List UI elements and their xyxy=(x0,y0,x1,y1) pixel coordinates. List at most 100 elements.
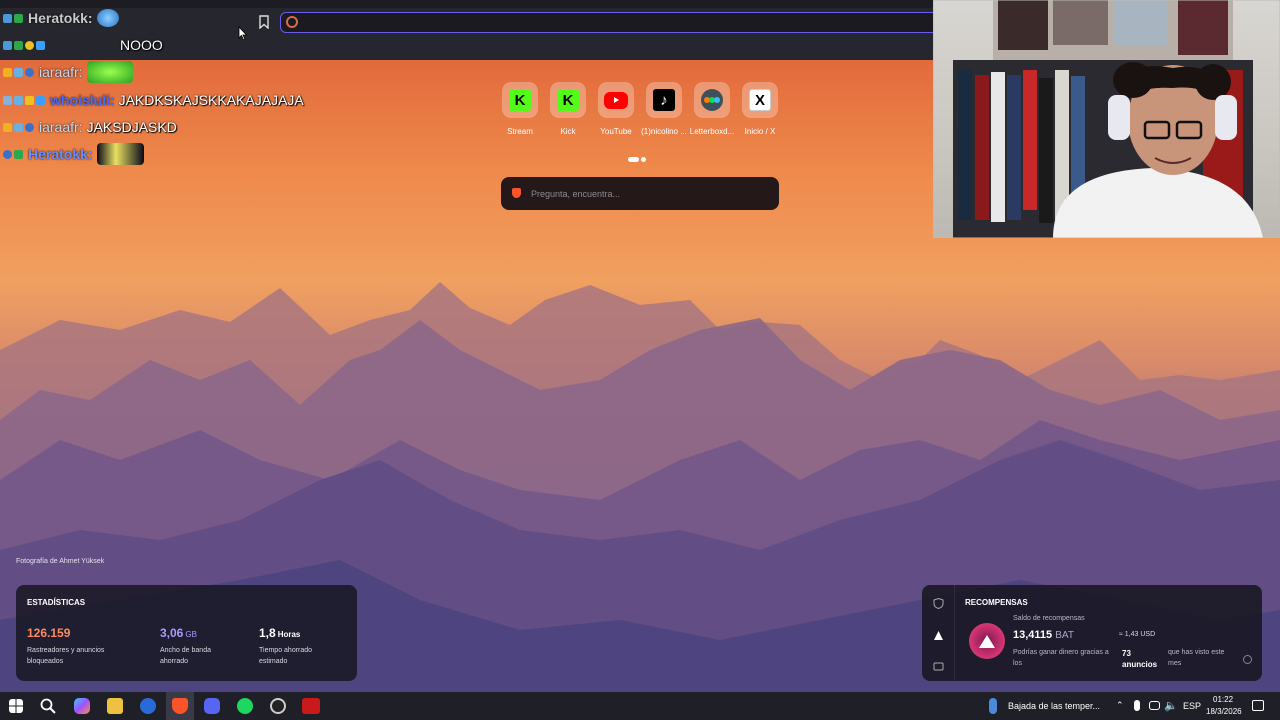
badge-icon xyxy=(14,95,23,105)
notifications-icon[interactable] xyxy=(1252,700,1264,711)
top-site-label: Stream xyxy=(507,127,533,136)
bandwidth-desc: Ancho de banda xyxy=(160,647,211,654)
ads-seen-text: que has visto este mes xyxy=(1168,649,1225,667)
top-site-kick[interactable]: K Kick xyxy=(542,82,594,136)
language-indicator[interactable]: ESP xyxy=(1183,701,1201,711)
stats-card: ESTADÍSTICAS 126.159 Rastreadores y anun… xyxy=(16,585,357,681)
badge-icon xyxy=(3,95,12,105)
badge-icon xyxy=(25,40,34,50)
thermometer-icon[interactable] xyxy=(989,698,997,714)
badge-icon xyxy=(25,67,34,77)
webcam-image xyxy=(933,0,1280,238)
bandwidth-value: 3,06 xyxy=(160,626,184,640)
obs-icon[interactable] xyxy=(270,698,286,714)
search-box[interactable] xyxy=(501,177,779,210)
search-input[interactable] xyxy=(531,185,771,202)
clock-date[interactable]: 18/3/2026 xyxy=(1206,707,1242,716)
trackers-value: 126.159 xyxy=(27,626,71,640)
network-icon[interactable] xyxy=(1149,701,1160,710)
cards-icon[interactable] xyxy=(933,659,944,671)
badge-icon xyxy=(36,95,45,105)
discord-icon[interactable] xyxy=(204,698,220,714)
top-site-label: Inicio / X xyxy=(744,127,776,136)
weather-text[interactable]: Bajada de las temper... xyxy=(1008,701,1100,711)
rewards-title: RECOMPENSAS xyxy=(965,598,1028,607)
top-site-label: YouTube xyxy=(600,127,632,136)
stats-title: ESTADÍSTICAS xyxy=(27,598,86,607)
top-site-stream[interactable]: K Stream xyxy=(494,82,546,136)
earn-text: Podrías ganar dinero gracias a los xyxy=(1013,649,1109,667)
kick-icon: K xyxy=(509,89,531,111)
badge-icon xyxy=(25,122,34,132)
bat-currency: BAT xyxy=(1055,630,1074,641)
top-site-label: Kick xyxy=(560,127,576,136)
rewards-triangle-icon[interactable] xyxy=(933,628,944,640)
bandwidth-unit: GB xyxy=(185,630,197,639)
emote-icon xyxy=(86,61,133,83)
badge-icon xyxy=(36,40,45,50)
webcam-overlay xyxy=(933,0,1280,238)
top-site-letterboxd[interactable]: Letterboxd... xyxy=(686,82,738,136)
chrome-icon[interactable] xyxy=(140,698,156,714)
chat-message: iaraafr: xyxy=(3,61,133,83)
address-input[interactable] xyxy=(303,15,903,29)
badge-icon xyxy=(25,95,34,105)
info-icon[interactable] xyxy=(1243,655,1252,664)
tiktok-icon: ♪ xyxy=(653,89,675,111)
copilot-icon[interactable] xyxy=(74,698,90,714)
letterboxd-icon xyxy=(701,89,723,111)
badge-icon xyxy=(14,40,23,50)
ads-count: 73 anuncios xyxy=(1122,648,1158,670)
youtube-icon xyxy=(604,91,628,109)
chat-username: whoisluli: xyxy=(50,92,115,108)
chat-text: JAKSDJASKD xyxy=(86,119,177,135)
top-site-youtube[interactable]: YouTube xyxy=(590,82,642,136)
brave-icon[interactable] xyxy=(172,698,188,714)
ads-count-label: anuncios xyxy=(1122,660,1158,670)
search-icon[interactable] xyxy=(40,698,56,714)
windows-start-icon[interactable] xyxy=(9,699,23,713)
photo-credit[interactable]: Fotografía de Ahmet Yüksek xyxy=(16,558,104,565)
trackers-desc: Rastreadores y anuncios xyxy=(27,647,105,654)
volume-icon[interactable]: 🔈 xyxy=(1164,699,1178,712)
chat-username: Heratokk: xyxy=(28,146,93,162)
chat-text: JAKDKSKAJSKKAKAJAJAJA xyxy=(118,92,304,108)
clock-time[interactable]: 01:22 xyxy=(1213,695,1233,704)
microphone-icon[interactable] xyxy=(1134,700,1140,711)
emote-icon xyxy=(96,143,144,165)
stream-chat-overlay: Heratokk: NOOO iaraafr: whoisluli: JAKDK… xyxy=(0,0,360,170)
top-sites-pager[interactable] xyxy=(628,149,648,167)
emote-icon xyxy=(96,9,119,27)
trackers-blocked-stat: 126.159 Rastreadores y anuncios bloqueado… xyxy=(27,624,104,667)
badge-icon xyxy=(14,122,23,132)
time-value: 1,8 xyxy=(259,626,276,640)
vpn-shield-icon[interactable] xyxy=(933,596,944,610)
chat-message: whoisluli: JAKDKSKAJSKKAKAJAJAJA xyxy=(3,90,304,110)
video-app-icon[interactable] xyxy=(302,698,320,714)
chat-username: iaraafr: xyxy=(39,119,83,135)
address-bar[interactable] xyxy=(280,12,940,33)
top-site-tiktok[interactable]: ♪ (1)nicolino ... xyxy=(638,82,690,136)
pager-dot[interactable] xyxy=(641,157,646,162)
top-site-label: Letterboxd... xyxy=(689,127,735,136)
time-desc: Tiempo ahorrado xyxy=(259,647,313,654)
chat-message: Heratokk: xyxy=(3,143,144,165)
badge-icon xyxy=(14,67,23,77)
time-desc2: estimado xyxy=(259,657,288,665)
badge-icon xyxy=(3,149,12,159)
brave-logo-icon xyxy=(512,188,521,198)
rewards-card: RECOMPENSAS Saldo de recompensas 13,4115… xyxy=(922,585,1262,681)
crown-badge-icon xyxy=(3,122,12,132)
file-explorer-icon[interactable] xyxy=(107,698,123,714)
time-saved-stat: 1,8 Horas Tiempo ahorrado estimado xyxy=(259,624,312,667)
chevron-up-icon[interactable]: ⌃ xyxy=(1116,700,1124,711)
top-site-x[interactable]: X Inicio / X xyxy=(734,82,786,136)
spotify-icon[interactable] xyxy=(237,698,253,714)
pager-dot-active[interactable] xyxy=(628,157,639,162)
windows-taskbar: Bajada de las temper... ⌃ 🔈 ESP 01:22 18… xyxy=(0,692,1280,720)
chat-message: NOOO xyxy=(3,35,163,55)
kick-icon: K xyxy=(557,89,579,111)
badge-icon xyxy=(14,149,23,159)
bandwidth-desc2: ahorrado xyxy=(160,657,189,665)
chat-text: NOOO xyxy=(120,37,163,53)
